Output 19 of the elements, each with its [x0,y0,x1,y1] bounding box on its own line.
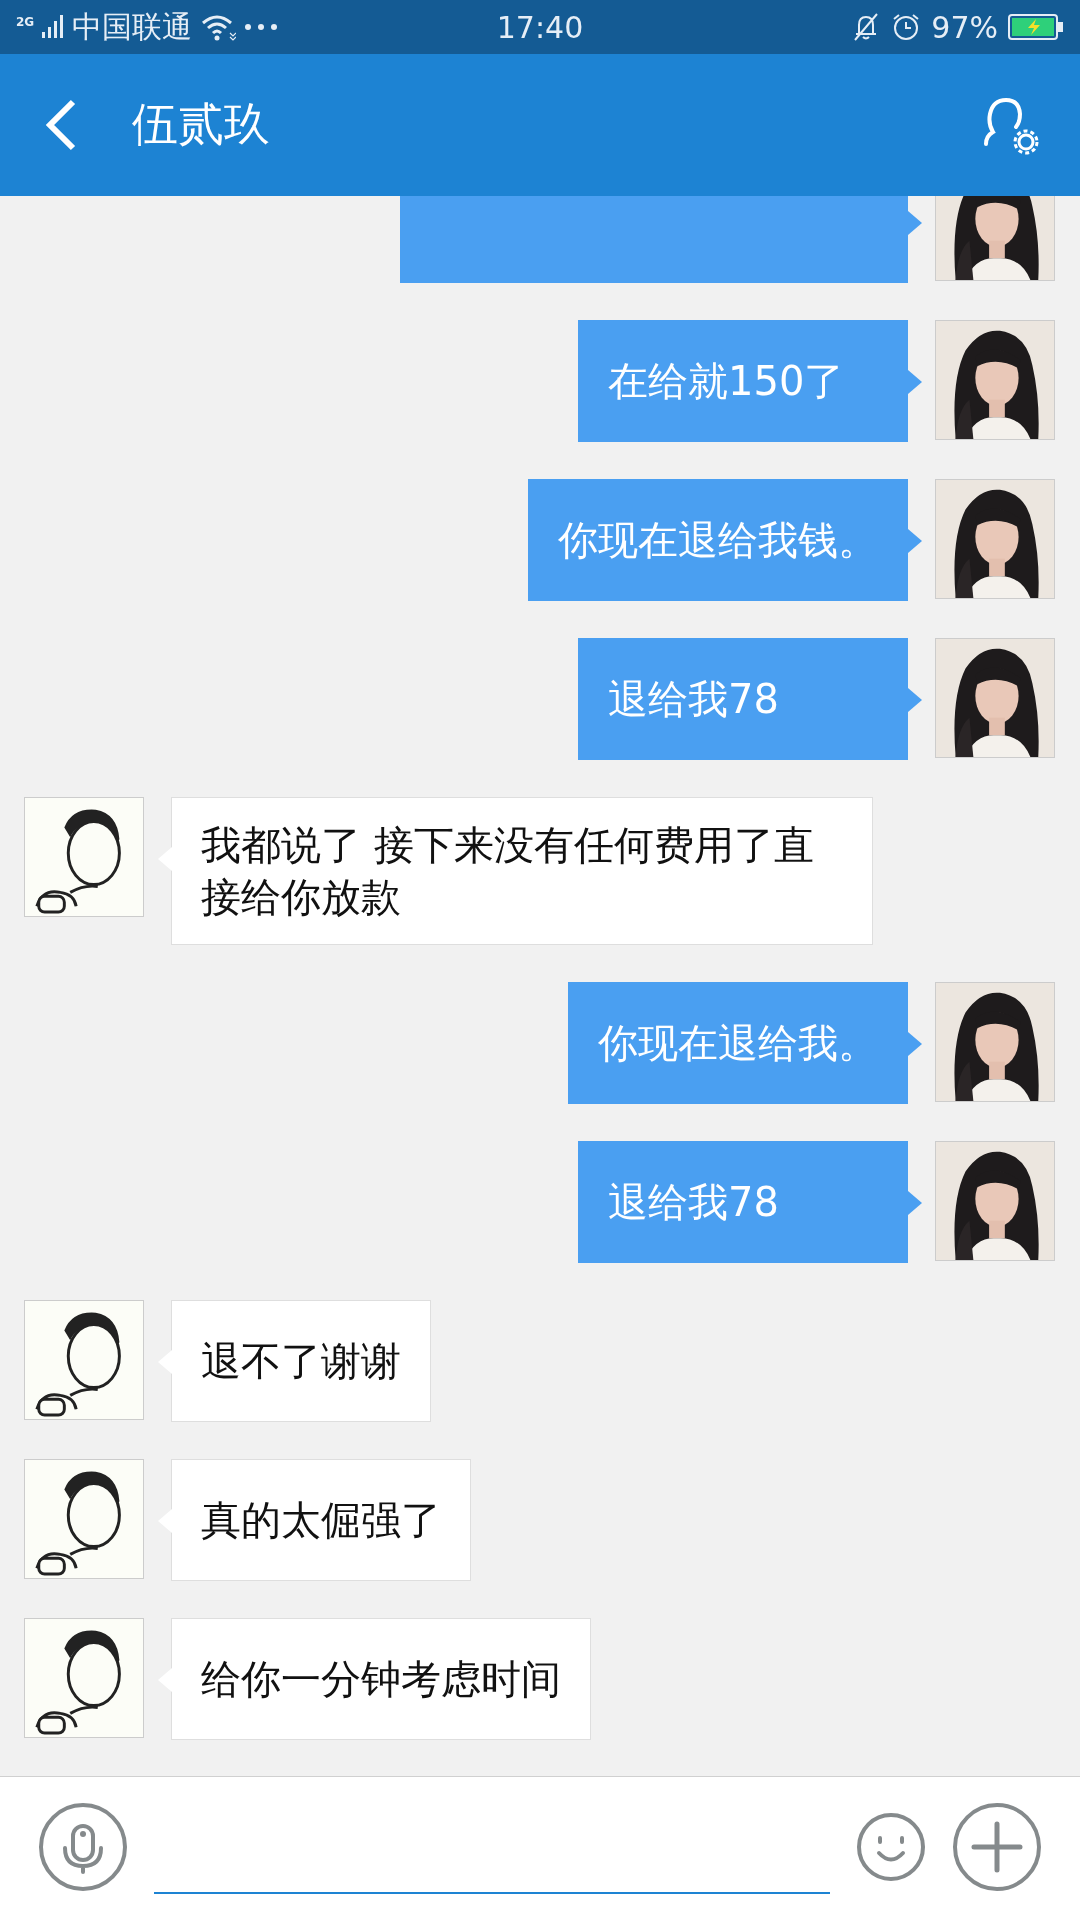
message-bubble: 你现在退给我。 [568,982,922,1104]
message-bubble: 我都说了 接下来没有任何费用了直接给你放款 [157,797,873,945]
signal-icon [42,14,65,40]
clock-time: 17:40 [496,9,584,45]
message-bubble: 退不了谢谢 [157,1300,431,1422]
message-bubble: 退给我78 [578,638,922,760]
more-icon [244,23,279,31]
back-icon[interactable] [44,99,78,151]
network-type: 2G [16,14,35,29]
battery-icon [1008,13,1064,41]
message-bubble: 在给就150了 [578,320,922,442]
wifi-icon [200,13,237,41]
battery-percent: 97% [931,9,998,45]
message-bubble: 给你一分钟考虑时间 [157,1618,591,1740]
message-bubble: 真的太倔强了 [157,1459,471,1581]
carrier-name: 中国联通 [72,7,193,46]
message-bubble: 退给我78 [578,1141,922,1263]
chat-title: 伍贰玖 [132,96,271,153]
message-bubble: 你现在退给我钱。 [528,479,922,601]
